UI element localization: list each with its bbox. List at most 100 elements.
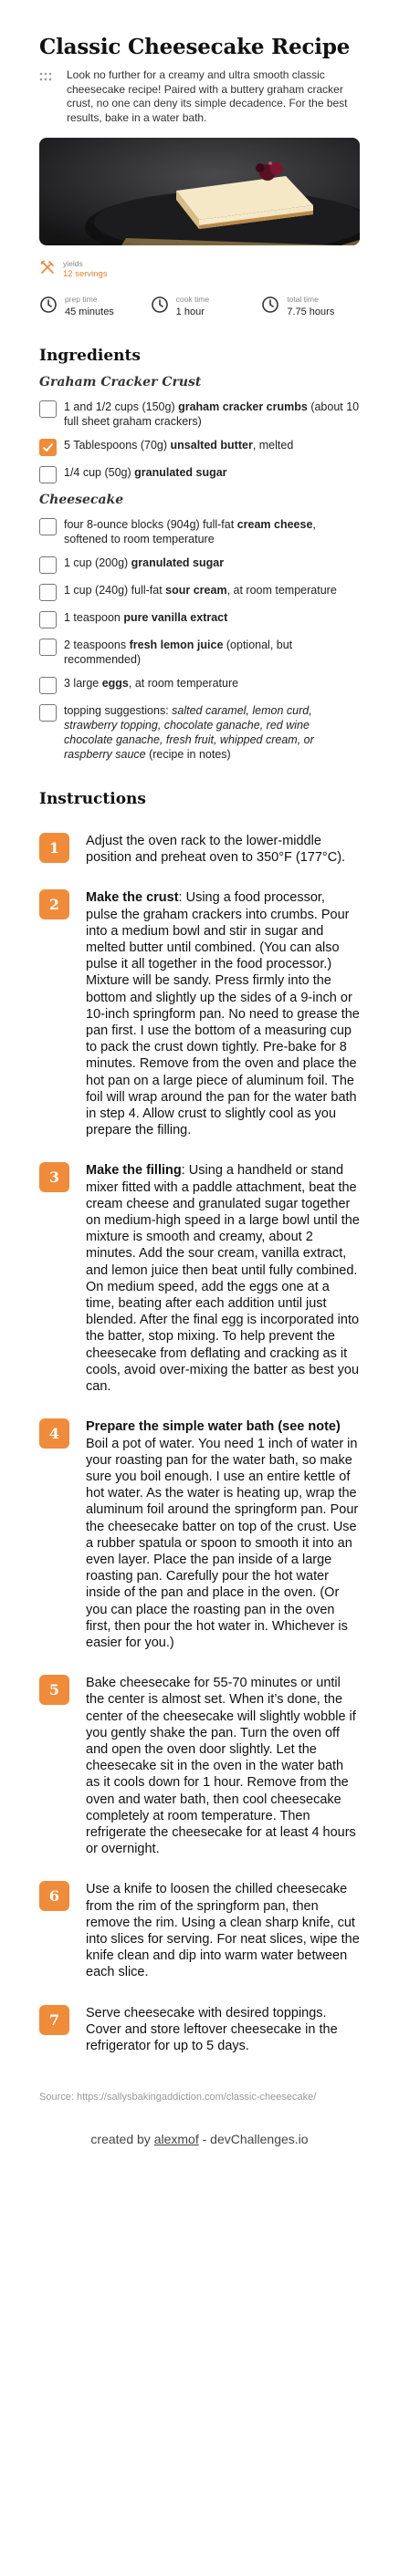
step-text: Make the filling: Using a handheld or st… [86, 1162, 360, 1395]
instruction-step: 1 Adjust the oven rack to the lower-middl… [39, 833, 360, 866]
step-text: Bake cheesecake for 55-70 minutes or unt… [86, 1675, 360, 1857]
step-text: Prepare the simple water bath (see note)… [86, 1418, 360, 1651]
ingredient-item: 1 cup (200g) granulated sugar [39, 556, 360, 574]
ingredient-item: 1 cup (240g) full-fat sour cream, at roo… [39, 583, 360, 601]
yields-value: 12 servings [63, 269, 108, 279]
clock-icon [39, 296, 58, 318]
text-segment: , melted [252, 439, 294, 452]
grip-dots-icon [39, 68, 54, 125]
ingredient-text: 3 large eggs, at room temperature [64, 676, 238, 691]
crust-ingredient-list: 1 and 1/2 cups (150g) graham cracker cru… [39, 400, 360, 483]
step-text: Use a knife to loosen the chilled cheese… [86, 1881, 360, 1980]
ingredient-checkbox[interactable] [39, 466, 57, 483]
ingredient-item: 1 teaspoon pure vanilla extract [39, 610, 360, 628]
bold-text: unsalted butter [170, 439, 253, 452]
clock-icon [151, 296, 169, 318]
ingredient-text: 5 Tablespoons (70g) unsalted butter, mel… [64, 438, 293, 452]
source-text: Source: https://sallysbakingaddiction.co… [39, 2092, 317, 2103]
text-segment: Use a knife to loosen the chilled cheese… [86, 1882, 360, 1980]
ingredient-checkbox[interactable] [39, 518, 57, 535]
ingredient-checkbox[interactable] [39, 704, 57, 722]
step-text: Make the crust: Using a food processor, … [86, 889, 360, 1138]
text-segment: 1 cup (240g) full-fat [64, 584, 166, 597]
ingredient-checkbox[interactable] [39, 639, 57, 656]
ingredient-item: 1 and 1/2 cups (150g) graham cracker cru… [39, 400, 360, 429]
instruction-step: 7 Serve cheesecake with desired toppings.… [39, 2004, 360, 2055]
step-number-badge: 6 [39, 1881, 69, 1912]
text-segment: Boil a pot of water. You need 1 inch of … [86, 1436, 359, 1650]
yields-label: yields [63, 259, 83, 268]
yields: yields 12 servings [39, 259, 360, 280]
bold-text: Prepare the simple water bath (see note) [86, 1419, 341, 1435]
bold-text: granulated sugar [131, 556, 225, 569]
footer: created by alexmof - devChallenges.io [39, 2132, 360, 2146]
step-number-badge: 2 [39, 889, 69, 920]
ingredient-checkbox[interactable] [39, 439, 57, 456]
instruction-step: 2 Make the crust: Using a food processor,… [39, 889, 360, 1138]
bold-text: fresh lemon juice [129, 639, 224, 651]
text-segment: 3 large [64, 677, 102, 690]
bold-text: Make the crust [86, 890, 179, 906]
text-segment: four 8-ounce blocks (904g) full-fat [64, 518, 237, 531]
text-segment: 2 teaspoons [64, 639, 130, 651]
checkmark-icon [43, 443, 53, 452]
step-number-badge: 3 [39, 1162, 69, 1193]
bold-text: Make the filling [86, 1163, 182, 1179]
prep-time-value: 45 minutes [65, 306, 114, 317]
fork-knife-icon [39, 259, 56, 280]
cook-time-value: 1 hour [175, 306, 205, 317]
ingredient-checkbox[interactable] [39, 677, 57, 694]
footer-suffix: - devChallenges.io [198, 2132, 309, 2147]
ingredients-heading: Ingredients [39, 347, 141, 365]
bold-text: pure vanilla extract [123, 611, 228, 624]
ingredient-checkbox[interactable] [39, 556, 57, 574]
step-number-badge: 5 [39, 1675, 69, 1706]
text-segment: 1/4 cup (50g) [64, 466, 135, 479]
cook-time-label: cook time [175, 295, 210, 304]
total-time: total time 7.75 hours [261, 295, 360, 318]
intro: Look no further for a creamy and ultra s… [39, 68, 360, 125]
bold-text: eggs [101, 677, 129, 690]
bold-text: sour cream [165, 584, 227, 597]
ingredient-text: 1/4 cup (50g) granulated sugar [64, 465, 227, 480]
text-segment: Serve cheesecake with desired toppings. … [86, 2005, 338, 2053]
text-segment: 1 cup (200g) [64, 556, 131, 569]
cheesecake-ingredient-list: four 8-ounce blocks (904g) full-fat crea… [39, 517, 360, 762]
step-number-badge: 7 [39, 2004, 69, 2035]
total-time-label: total time [287, 295, 319, 304]
step-text: Serve cheesecake with desired toppings. … [86, 2005, 360, 2055]
step-number-badge: 1 [39, 833, 69, 863]
total-time-value: 7.75 hours [287, 306, 335, 317]
prep-time-label: prep time [65, 295, 98, 304]
instruction-step: 4 Prepare the simple water bath (see note… [39, 1418, 360, 1651]
ingredient-item: 2 teaspoons fresh lemon juice (optional,… [39, 638, 360, 667]
text-segment: , at room temperature [128, 677, 239, 690]
bold-text: cream cheese [236, 518, 313, 531]
crust-heading: Graham Cracker Crust [39, 375, 202, 390]
instructions-heading: Instructions [39, 790, 146, 808]
bold-text: graham cracker crumbs [178, 400, 308, 413]
step-number-badge: 4 [39, 1418, 69, 1449]
text-segment: : Using a food processor, pulse the grah… [86, 890, 360, 1138]
cheesecake-heading: Cheesecake [39, 493, 124, 507]
ingredient-text: 1 cup (240g) full-fat sour cream, at roo… [64, 583, 337, 597]
ingredient-item: 1/4 cup (50g) granulated sugar [39, 465, 360, 483]
ingredient-text: four 8-ounce blocks (904g) full-fat crea… [64, 517, 360, 546]
text-segment: topping suggestions: [64, 704, 173, 717]
text-segment: 1 and 1/2 cups (150g) [64, 400, 179, 413]
footer-prefix: created by [90, 2132, 154, 2147]
cook-time: cook time 1 hour [151, 295, 249, 318]
ingredient-text: 1 and 1/2 cups (150g) graham cracker cru… [64, 400, 360, 429]
ingredient-checkbox[interactable] [39, 611, 57, 628]
instruction-steps: 1 Adjust the oven rack to the lower-middl… [39, 833, 360, 2054]
ingredient-text: topping suggestions: salted caramel, lem… [64, 703, 360, 762]
prep-time: prep time 45 minutes [39, 295, 138, 318]
step-text: Adjust the oven rack to the lower-middle… [86, 833, 360, 866]
cheesecake-photo [39, 138, 360, 245]
text-segment: Adjust the oven rack to the lower-middle… [86, 834, 346, 866]
author-link[interactable]: alexmof [154, 2132, 199, 2146]
ingredient-checkbox[interactable] [39, 400, 57, 418]
ingredient-item: four 8-ounce blocks (904g) full-fat crea… [39, 517, 360, 546]
ingredient-checkbox[interactable] [39, 584, 57, 601]
text-segment: : Using a handheld or stand mixer fitted… [86, 1163, 360, 1395]
